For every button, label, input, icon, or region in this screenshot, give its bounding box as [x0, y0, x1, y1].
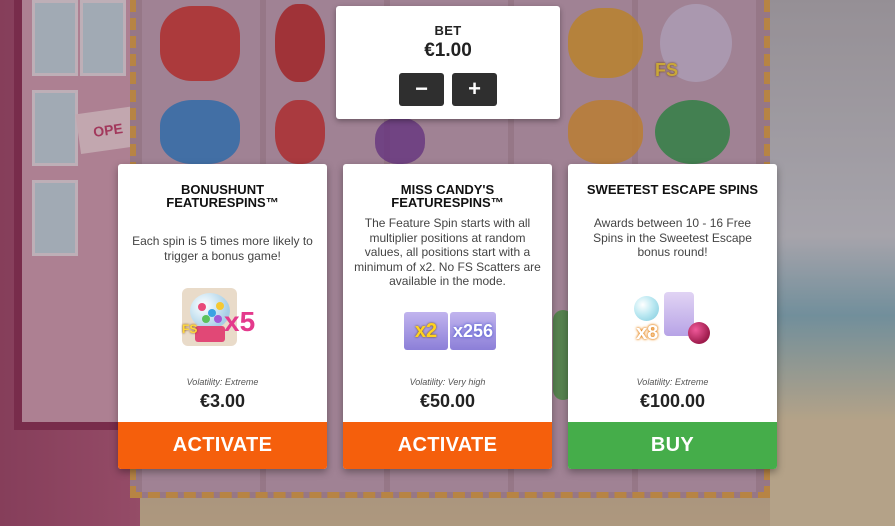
bubble-icon: [634, 296, 659, 321]
multiplier-x8: x8: [636, 322, 659, 344]
feature-price: €50.00: [419, 391, 476, 411]
multiplier-x2-tile: x2: [404, 312, 448, 350]
berry-candy-icon: [688, 322, 710, 344]
feature-card-bonushunt: BONUSHUNT FEATURESPINS™ Each spin is 5 t…: [118, 164, 327, 469]
multiplier-x256-tile: x256: [450, 312, 496, 350]
feature-card-sweetest-escape: SWEETEST ESCAPE SPINS Awards between 10 …: [568, 164, 777, 469]
volatility-label: Volatility: Extreme: [186, 377, 259, 387]
volatility-label: Volatility: Very high: [409, 377, 486, 387]
bet-label: BET: [434, 23, 462, 38]
feature-price: €3.00: [199, 391, 246, 411]
buy-sweetest-escape-button[interactable]: BUY: [568, 422, 777, 469]
card-description: The Feature Spin starts with all multipl…: [354, 216, 541, 289]
card-description: Awards between 10 - 16 Free Spins in the…: [593, 216, 752, 260]
card-title: SWEETEST ESCAPE SPINS: [586, 182, 759, 197]
card-description: Each spin is 5 times more likely to trig…: [132, 234, 313, 263]
sweetest-escape-artwork: x8: [568, 288, 777, 358]
feature-card-miss-candy: MISS CANDY'S FEATURESPINS™ The Feature S…: [343, 164, 552, 469]
bet-amount: €1.00: [424, 40, 472, 61]
feature-price: €100.00: [639, 391, 706, 411]
bonushunt-artwork: FS x5: [118, 288, 327, 358]
activate-bonushunt-button[interactable]: ACTIVATE: [118, 422, 327, 469]
card-title: BONUSHUNT FEATURESPINS™: [166, 182, 279, 210]
bet-panel: BET €1.00 − +: [336, 6, 560, 119]
activate-miss-candy-button[interactable]: ACTIVATE: [343, 422, 552, 469]
card-title: MISS CANDY'S FEATURESPINS™: [391, 182, 504, 210]
fs-badge: FS: [182, 322, 198, 336]
multiplier-x5: x5: [224, 306, 256, 337]
decrease-bet-button[interactable]: −: [399, 73, 444, 106]
volatility-label: Volatility: Extreme: [636, 377, 709, 387]
miss-candy-artwork: x2 x256: [343, 288, 552, 358]
increase-bet-button[interactable]: +: [452, 73, 497, 106]
